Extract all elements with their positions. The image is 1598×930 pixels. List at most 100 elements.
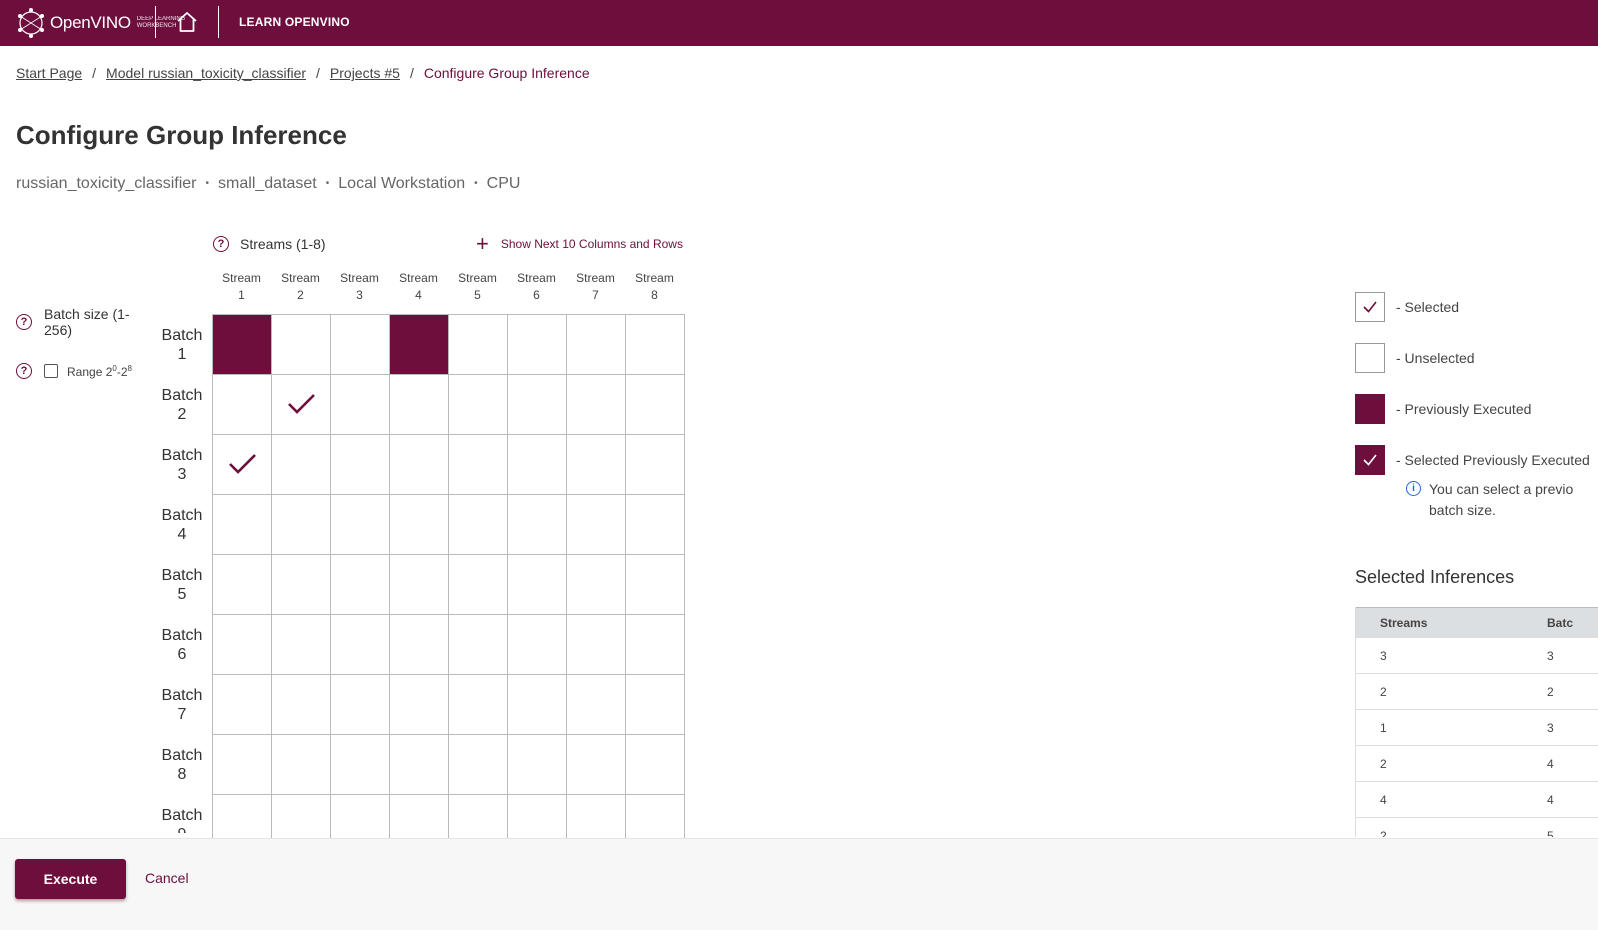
grid-cell[interactable]	[449, 795, 508, 838]
grid-cell[interactable]	[390, 795, 449, 838]
grid-cell[interactable]	[331, 555, 390, 615]
grid-cell[interactable]	[213, 675, 272, 735]
grid-cell[interactable]	[272, 675, 331, 735]
grid-cell[interactable]	[390, 375, 449, 435]
grid-cell[interactable]	[567, 495, 626, 555]
grid-cell[interactable]	[508, 495, 567, 555]
grid-cell[interactable]	[390, 495, 449, 555]
grid-cell[interactable]	[567, 795, 626, 838]
grid-cell[interactable]	[213, 315, 272, 375]
grid-cell[interactable]	[508, 555, 567, 615]
grid-cell[interactable]	[213, 375, 272, 435]
grid-cell[interactable]	[449, 435, 508, 495]
grid-cell[interactable]	[449, 495, 508, 555]
breadcrumb-model[interactable]: Model russian_toxicity_classifier	[106, 65, 306, 81]
grid-cell[interactable]	[390, 735, 449, 795]
grid-cell[interactable]	[626, 555, 685, 615]
grid-cell[interactable]	[331, 315, 390, 375]
grid-cell[interactable]	[508, 615, 567, 675]
grid-cell[interactable]	[272, 735, 331, 795]
cancel-button[interactable]: Cancel	[145, 870, 189, 886]
table-row[interactable]: 24	[1356, 746, 1598, 782]
grid-cell[interactable]	[508, 315, 567, 375]
breadcrumb-start-page[interactable]: Start Page	[16, 65, 82, 81]
grid-cell[interactable]	[626, 375, 685, 435]
grid-cell[interactable]	[213, 615, 272, 675]
grid-cell[interactable]	[626, 735, 685, 795]
column-header-streams[interactable]: Streams	[1356, 616, 1524, 630]
grid-cell[interactable]	[272, 615, 331, 675]
grid-cell[interactable]	[567, 675, 626, 735]
grid-cell[interactable]	[508, 375, 567, 435]
grid-cell[interactable]	[390, 675, 449, 735]
grid-cell[interactable]	[272, 435, 331, 495]
grid-cell[interactable]	[272, 315, 331, 375]
legend-selected-swatch	[1355, 292, 1385, 322]
execute-button[interactable]: Execute	[15, 859, 126, 899]
grid-cell[interactable]	[213, 495, 272, 555]
grid-cell[interactable]	[567, 315, 626, 375]
table-row[interactable]: 44	[1356, 782, 1598, 818]
grid-cell[interactable]	[213, 795, 272, 838]
stream-column-header: Stream 5	[458, 271, 497, 302]
grid-cell[interactable]	[508, 435, 567, 495]
openvino-logo[interactable]: OpenVINO DEEP LEARNING WORKBENCH	[16, 5, 185, 41]
grid-cell[interactable]	[626, 315, 685, 375]
range-label[interactable]: Range 20-28	[67, 364, 132, 379]
grid-cell[interactable]	[567, 375, 626, 435]
help-icon[interactable]: ?	[16, 314, 32, 330]
breadcrumb-projects[interactable]: Projects #5	[330, 65, 400, 81]
grid-cell[interactable]	[626, 675, 685, 735]
grid-cell[interactable]	[449, 615, 508, 675]
grid-cell[interactable]	[272, 555, 331, 615]
grid-cell[interactable]	[331, 375, 390, 435]
grid-cell[interactable]	[390, 435, 449, 495]
grid-cell[interactable]	[390, 555, 449, 615]
meta-dot: •	[205, 178, 210, 190]
grid-cell[interactable]	[213, 435, 272, 495]
grid-cell[interactable]	[567, 555, 626, 615]
grid-cell[interactable]	[272, 375, 331, 435]
help-icon[interactable]: ?	[213, 236, 229, 252]
grid-cell[interactable]	[508, 735, 567, 795]
grid-cell[interactable]	[626, 795, 685, 838]
table-row[interactable]: 22	[1356, 674, 1598, 710]
grid-cell[interactable]	[272, 495, 331, 555]
breadcrumb-separator: /	[316, 65, 320, 81]
stream-column-header: Stream 2	[281, 271, 320, 302]
grid-cell[interactable]	[272, 795, 331, 838]
home-button[interactable]	[175, 10, 199, 34]
grid-cell[interactable]	[331, 675, 390, 735]
grid-cell[interactable]	[331, 615, 390, 675]
grid-cell[interactable]	[331, 495, 390, 555]
grid-cell[interactable]	[449, 315, 508, 375]
grid-cell[interactable]	[626, 435, 685, 495]
table-row[interactable]: 25	[1356, 818, 1598, 838]
grid-cell[interactable]	[331, 435, 390, 495]
grid-cell[interactable]	[331, 735, 390, 795]
grid-cell[interactable]	[626, 495, 685, 555]
learn-openvino-link[interactable]: LEARN OPENVINO	[239, 15, 350, 29]
help-icon[interactable]: ?	[16, 363, 32, 379]
grid-cell[interactable]	[449, 735, 508, 795]
grid-cell[interactable]	[626, 615, 685, 675]
grid-cell[interactable]	[449, 675, 508, 735]
column-header-batch[interactable]: Batc	[1524, 616, 1598, 630]
table-row[interactable]: 33	[1356, 638, 1598, 674]
grid-cell[interactable]	[213, 555, 272, 615]
show-next-button[interactable]: + Show Next 10 Columns and Rows	[476, 233, 683, 255]
grid-cell[interactable]	[449, 375, 508, 435]
grid-cell[interactable]	[331, 795, 390, 838]
grid-cell[interactable]	[567, 735, 626, 795]
grid-cell[interactable]	[390, 615, 449, 675]
grid-cell[interactable]	[508, 675, 567, 735]
table-header: Streams Batc	[1356, 607, 1598, 638]
grid-cell[interactable]	[390, 315, 449, 375]
table-row[interactable]: 13	[1356, 710, 1598, 746]
grid-cell[interactable]	[213, 735, 272, 795]
grid-cell[interactable]	[449, 555, 508, 615]
grid-cell[interactable]	[567, 615, 626, 675]
grid-cell[interactable]	[567, 435, 626, 495]
range-checkbox[interactable]	[44, 364, 58, 378]
grid-cell[interactable]	[508, 795, 567, 838]
